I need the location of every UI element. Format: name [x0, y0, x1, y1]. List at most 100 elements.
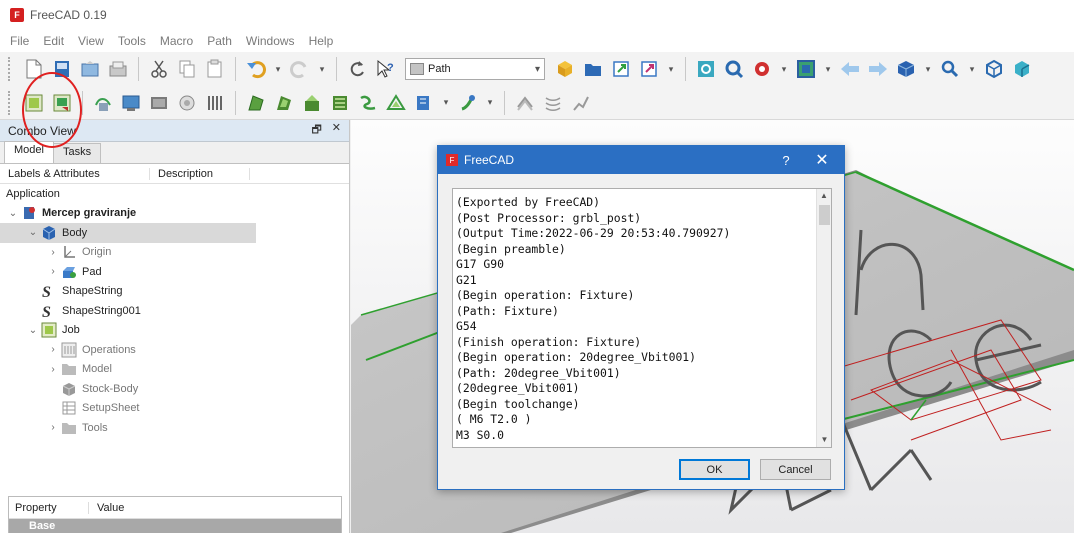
column-property[interactable]: Property [9, 501, 89, 514]
tree-item[interactable]: › Model [0, 360, 349, 380]
tree-item[interactable]: S ShapeString [0, 282, 349, 302]
refresh-icon[interactable] [345, 57, 369, 81]
redo-icon[interactable] [288, 57, 312, 81]
drill-icon[interactable] [175, 91, 199, 115]
toolbar-grip[interactable] [8, 90, 12, 115]
bounding-box-dropdown-icon[interactable]: ▾ [822, 57, 834, 81]
menu-help[interactable]: Help [309, 34, 334, 48]
measure-dropdown-icon[interactable]: ▾ [966, 57, 978, 81]
open-document-icon[interactable] [50, 57, 74, 81]
helix-icon[interactable] [328, 91, 352, 115]
column-labels[interactable]: Labels & Attributes [0, 167, 150, 180]
vcarve-icon[interactable] [384, 91, 408, 115]
column-value[interactable]: Value [89, 502, 124, 514]
inspect-gcode-icon[interactable] [91, 91, 115, 115]
gcode-textbox[interactable]: (Exported by FreeCAD) (Post Processor: gr… [452, 188, 832, 448]
draw-style-icon[interactable] [750, 57, 774, 81]
close-panel-icon[interactable]: ✕ [332, 121, 341, 140]
menu-edit[interactable]: Edit [43, 34, 64, 48]
menu-windows[interactable]: Windows [246, 34, 295, 48]
dressup-icon[interactable] [412, 91, 436, 115]
copy-icon[interactable] [175, 57, 199, 81]
chevron-down-icon[interactable]: ⌄ [26, 325, 40, 336]
new-document-icon[interactable] [22, 57, 46, 81]
chevron-right-icon[interactable]: › [46, 266, 60, 277]
tree-item[interactable]: ⌄ Job [0, 321, 349, 341]
array-icon[interactable] [456, 91, 480, 115]
simulator-icon[interactable] [119, 91, 143, 115]
cancel-button[interactable]: Cancel [760, 459, 831, 480]
pocket-icon[interactable] [272, 91, 296, 115]
undo-dropdown-icon[interactable]: ▾ [272, 57, 284, 81]
array-dropdown-icon[interactable]: ▾ [484, 91, 496, 115]
toolbar-grip[interactable] [8, 57, 12, 81]
tree-item[interactable]: S ShapeString001 [0, 301, 349, 321]
draw-style-dropdown-icon[interactable]: ▾ [778, 57, 790, 81]
link-actions-icon[interactable] [637, 57, 661, 81]
tab-tasks[interactable]: Tasks [52, 143, 102, 163]
tree-item[interactable]: Stock-Body [0, 379, 349, 399]
slot-icon[interactable] [513, 91, 537, 115]
tree-item[interactable]: ⌄ Mercep graviranje [0, 204, 349, 224]
folder-icon[interactable] [581, 57, 605, 81]
dressup-dropdown-icon[interactable]: ▾ [440, 91, 452, 115]
forward-icon[interactable] [866, 57, 890, 81]
menu-file[interactable]: File [10, 34, 29, 48]
float-panel-icon[interactable]: 🗗 [311, 121, 321, 140]
workbench-selector[interactable]: Path ▾ [405, 58, 545, 80]
stock-icon[interactable] [147, 91, 171, 115]
adaptive-icon[interactable] [300, 91, 324, 115]
tab-model[interactable]: Model [4, 141, 54, 163]
menu-path[interactable]: Path [207, 34, 232, 48]
engrave-icon[interactable] [356, 91, 380, 115]
paste-icon[interactable] [203, 57, 227, 81]
menu-view[interactable]: View [78, 34, 104, 48]
cut-icon[interactable] [147, 57, 171, 81]
scroll-thumb[interactable] [819, 205, 830, 225]
property-group-base[interactable]: Base [9, 519, 341, 533]
ok-button[interactable]: OK [679, 459, 750, 480]
post-process-icon[interactable] [50, 91, 74, 115]
view-isometric-icon[interactable] [982, 57, 1006, 81]
tree-item[interactable]: SetupSheet [0, 399, 349, 419]
chevron-down-icon[interactable]: ⌄ [26, 227, 40, 238]
menu-macro[interactable]: Macro [160, 34, 193, 48]
std-views-icon[interactable] [894, 57, 918, 81]
column-description[interactable]: Description [150, 167, 250, 180]
fit-selection-icon[interactable] [722, 57, 746, 81]
part-icon[interactable] [553, 57, 577, 81]
menu-tools[interactable]: Tools [118, 34, 146, 48]
scroll-up-icon[interactable]: ▲ [817, 189, 831, 203]
scroll-down-icon[interactable]: ▼ [817, 433, 831, 447]
profile-icon[interactable] [244, 91, 268, 115]
tree-item[interactable]: ⌄ Body [0, 223, 256, 243]
bounding-box-icon[interactable] [794, 57, 818, 81]
chevron-right-icon[interactable]: › [46, 344, 60, 355]
link-icon[interactable] [609, 57, 633, 81]
fit-all-icon[interactable] [694, 57, 718, 81]
measure-icon[interactable] [938, 57, 962, 81]
chevron-down-icon[interactable]: ⌄ [6, 208, 20, 219]
std-views-dropdown-icon[interactable]: ▾ [922, 57, 934, 81]
back-icon[interactable] [838, 57, 862, 81]
tree-item[interactable]: › Operations [0, 340, 349, 360]
close-button[interactable]: ✕ [800, 150, 844, 170]
chevron-right-icon[interactable]: › [46, 247, 60, 258]
save-as-icon[interactable] [106, 57, 130, 81]
save-icon[interactable] [78, 57, 102, 81]
job-icon[interactable] [22, 91, 46, 115]
chevron-right-icon[interactable]: › [46, 364, 60, 375]
help-button[interactable]: ? [772, 153, 800, 168]
whats-this-icon[interactable]: ? [373, 57, 397, 81]
vertical-scrollbar[interactable]: ▲ ▼ [816, 189, 831, 447]
link-dropdown-icon[interactable]: ▾ [665, 57, 677, 81]
undo-icon[interactable] [244, 57, 268, 81]
path-waypoints-icon[interactable] [569, 91, 593, 115]
tree-item[interactable]: › Pad [0, 262, 349, 282]
tree-item[interactable]: › Tools [0, 418, 349, 438]
view-front-icon[interactable] [1010, 57, 1034, 81]
redo-dropdown-icon[interactable]: ▾ [316, 57, 328, 81]
chevron-right-icon[interactable]: › [46, 422, 60, 433]
tree-item[interactable]: › Origin [0, 243, 349, 263]
face-icon[interactable] [203, 91, 227, 115]
